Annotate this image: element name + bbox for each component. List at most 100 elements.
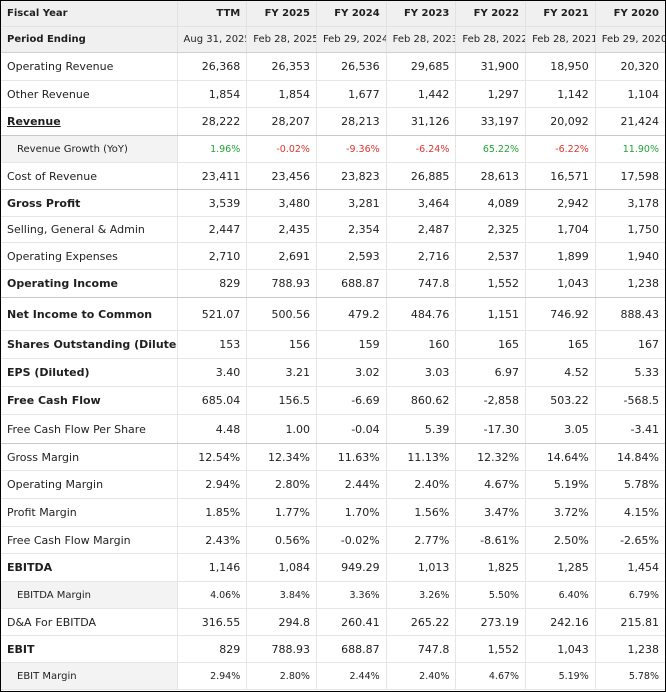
- table-row: Operating Income 829 788.93 688.87 747.8 1,55…: [1, 269, 665, 298]
- table-cell: 1,043: [525, 635, 596, 663]
- table-cell: 1.85%: [176, 498, 247, 527]
- table-cell: 3.02: [315, 358, 387, 387]
- row-label: Operating Expenses: [1, 242, 178, 270]
- table-row: Operating Expenses 2,710 2,691 2,593 2,716 2,…: [1, 242, 665, 270]
- table-cell: 3,178: [594, 189, 665, 217]
- table-cell: 3.36%: [315, 581, 387, 609]
- column-header[interactable]: TTM: [176, 1, 247, 27]
- table-row: EBITDA 1,146 1,084 949.29 1,013 1,825 1,285 1,4…: [1, 553, 665, 582]
- table-cell: 829: [176, 269, 247, 298]
- table-cell: 2,716: [385, 242, 456, 270]
- row-label: Profit Margin: [1, 498, 178, 527]
- table-cell: 3,480: [246, 189, 317, 217]
- table-cell: 3.47%: [455, 498, 526, 527]
- table-cell: 6.79%: [594, 581, 665, 609]
- table-cell: -6.69: [315, 386, 387, 415]
- table-row: Revenue Growth (YoY) 1.96% -0.02% -9.36% -6.…: [1, 135, 665, 163]
- table-row: EBIT Margin 2.94% 2.80% 2.44% 2.40% 4.67% 5.19…: [1, 662, 665, 690]
- row-label: Selling, General & Admin: [1, 216, 178, 243]
- table-row: Other Revenue 1,854 1,854 1,677 1,442 1,297 1,…: [1, 80, 665, 108]
- table-cell: 16,571: [525, 162, 596, 190]
- table-cell: 1,238: [594, 635, 665, 663]
- row-label: Free Cash Flow: [1, 386, 178, 415]
- table-cell: -8.61%: [455, 526, 526, 554]
- table-cell: 4.67%: [455, 470, 526, 499]
- column-header[interactable]: FY 2023: [385, 1, 456, 27]
- table-cell: 20,092: [525, 107, 596, 136]
- table-cell: 153: [176, 330, 247, 359]
- table-cell: 2.43%: [176, 526, 247, 554]
- table-cell: 1,704: [525, 216, 596, 243]
- period-date: Feb 28, 2023: [385, 26, 456, 53]
- table-cell: 260.41: [315, 608, 387, 636]
- table-cell: 1,825: [455, 553, 526, 582]
- row-label[interactable]: Revenue: [1, 107, 178, 136]
- table-cell: 829: [176, 635, 247, 663]
- table-cell: 479.2: [315, 297, 387, 331]
- table-cell: 28,213: [315, 107, 387, 136]
- column-header[interactable]: FY 2024: [315, 1, 387, 27]
- column-header[interactable]: FY 2020: [594, 1, 665, 27]
- table-cell: 2.40%: [385, 662, 456, 690]
- table-cell: 888.43: [594, 297, 665, 331]
- table-cell: 2,435: [246, 216, 317, 243]
- table-cell: 26,353: [246, 52, 317, 81]
- period-date: Feb 28, 2021: [525, 26, 596, 53]
- table-cell: 215.81: [594, 608, 665, 636]
- row-label: Free Cash Flow Per Share: [1, 414, 178, 444]
- column-header[interactable]: FY 2025: [246, 1, 317, 27]
- table-cell: 1,104: [594, 80, 665, 108]
- table-cell: 14.64%: [525, 443, 596, 471]
- table-cell: 746.92: [525, 297, 596, 331]
- table-row: Gross Margin 12.54% 12.34% 11.63% 11.13% 12.3…: [1, 443, 665, 471]
- column-header[interactable]: FY 2021: [525, 1, 596, 27]
- table-cell: 23,823: [315, 162, 387, 190]
- table-cell: -0.04: [315, 414, 387, 444]
- table-cell: 1,013: [385, 553, 456, 582]
- table-cell: 4.06%: [176, 581, 247, 609]
- table-cell: 3.72%: [525, 498, 596, 527]
- table-cell: 156.5: [246, 386, 317, 415]
- table-cell: 20,320: [594, 52, 665, 81]
- table-cell: 688.87: [315, 635, 387, 663]
- table-cell: 1.56%: [385, 498, 456, 527]
- financials-table-panel: Fiscal Year TTM FY 2025 FY 2024 FY 2023 …: [0, 0, 666, 692]
- table-cell: 4.52: [525, 358, 596, 387]
- row-label: Cost of Revenue: [1, 162, 178, 190]
- table-cell: 2,447: [176, 216, 247, 243]
- row-label: Shares Outstanding (Diluted): [1, 330, 178, 359]
- row-label: Net Income to Common: [1, 297, 178, 331]
- table-cell: 747.8: [385, 269, 456, 298]
- table-cell: 242.16: [525, 608, 596, 636]
- table-cell: 2.77%: [385, 526, 456, 554]
- table-cell: 26,885: [385, 162, 456, 190]
- table-cell: 1,297: [455, 80, 526, 108]
- table-cell: 11.13%: [385, 443, 456, 471]
- table-cell: 1.96%: [176, 135, 247, 163]
- table-row: Shares Outstanding (Diluted) 153 156 159 160…: [1, 330, 665, 359]
- table-cell: 2,354: [315, 216, 387, 243]
- table-cell: 1,454: [594, 553, 665, 582]
- table-cell: 28,613: [455, 162, 526, 190]
- column-header[interactable]: FY 2022: [455, 1, 526, 27]
- table-cell: 26,368: [176, 52, 247, 81]
- table-cell: 1.77%: [246, 498, 317, 527]
- row-label: D&A For EBITDA: [1, 608, 178, 636]
- table-cell: 167: [594, 330, 665, 359]
- period-date: Feb 28, 2022: [455, 26, 526, 53]
- table-cell: 5.78%: [594, 470, 665, 499]
- row-label: EBIT Margin: [1, 662, 178, 690]
- table-cell: 12.34%: [246, 443, 317, 471]
- table-row: EBITDA Margin 4.06% 3.84% 3.36% 3.26% 5.50% 6.…: [1, 581, 665, 609]
- row-label: EBIT: [1, 635, 178, 663]
- table-cell: 3,281: [315, 189, 387, 217]
- table-cell: 2.44%: [315, 662, 387, 690]
- fiscal-year-header-row: Fiscal Year TTM FY 2025 FY 2024 FY 2023 …: [1, 1, 665, 27]
- table-cell: 747.8: [385, 635, 456, 663]
- table-cell: 3.03: [385, 358, 456, 387]
- table-cell: 2,691: [246, 242, 317, 270]
- table-cell: 4.48: [176, 414, 247, 444]
- table-cell: 1,151: [455, 297, 526, 331]
- table-cell: 500.56: [246, 297, 317, 331]
- row-label: EBITDA Margin: [1, 581, 178, 609]
